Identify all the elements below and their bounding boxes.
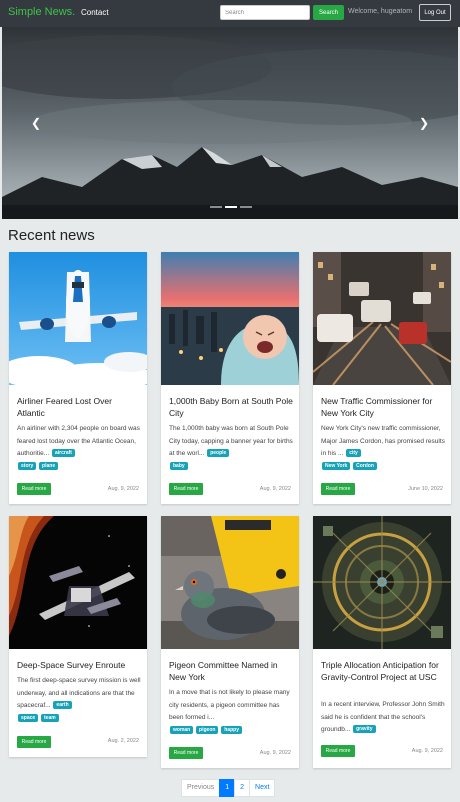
card-image[interactable] xyxy=(313,516,451,649)
card-title[interactable]: New Traffic Commissioner for New York Ci… xyxy=(321,395,445,419)
navbar: Simple News. Contact Search Welcome, hug… xyxy=(0,0,460,27)
card-title[interactable]: Airliner Feared Lost Over Atlantic xyxy=(17,395,141,419)
tag-badge[interactable]: team xyxy=(41,713,59,722)
card-image[interactable] xyxy=(161,252,299,385)
tag-badge[interactable]: space xyxy=(18,713,39,722)
read-more-button[interactable]: Read more xyxy=(17,483,51,495)
card-image[interactable] xyxy=(9,516,147,649)
logout-button[interactable]: Log Out xyxy=(419,4,451,21)
pagination-page-2[interactable]: 2 xyxy=(234,779,251,797)
news-card: New Traffic Commissioner for New York Ci… xyxy=(313,252,451,504)
tag-badge[interactable]: woman xyxy=(170,725,194,734)
card-excerpt: The first deep-space survey mission is w… xyxy=(17,677,141,722)
hero-carousel: ❮ ❯ xyxy=(2,27,458,219)
read-more-button[interactable]: Read more xyxy=(169,747,203,759)
read-more-button[interactable]: Read more xyxy=(17,736,51,748)
card-date: Aug. 9, 2022 xyxy=(259,486,291,492)
carousel-indicator[interactable] xyxy=(210,206,222,208)
pagination-next[interactable]: Next xyxy=(249,779,276,797)
news-card: Deep-Space Survey Enroute The first deep… xyxy=(9,516,147,757)
card-excerpt: An airliner with 2,304 people on board w… xyxy=(17,425,140,470)
nav-link-contact[interactable]: Contact xyxy=(81,8,109,17)
card-title[interactable]: Deep-Space Survey Enroute xyxy=(17,659,141,671)
carousel-indicators xyxy=(210,206,252,208)
read-more-button[interactable]: Read more xyxy=(321,745,355,757)
card-title[interactable]: Pigeon Committee Named in New York xyxy=(169,659,293,683)
search-input[interactable] xyxy=(220,5,310,20)
card-title[interactable]: Triple Allocation Anticipation for Gravi… xyxy=(321,659,445,683)
card-excerpt: In a recent interview, Professor John Sm… xyxy=(321,701,445,734)
pagination-page-1[interactable]: 1 xyxy=(219,779,236,797)
tag-badge[interactable]: earth xyxy=(53,701,72,710)
card-excerpt: The 1,000th baby was born at South Pole … xyxy=(169,425,293,470)
pagination: Previous 1 2 Next xyxy=(181,779,276,797)
news-card: 1,000th Baby Born at South Pole City The… xyxy=(161,252,299,504)
tag-badge[interactable]: gravity xyxy=(353,725,376,734)
card-date: June 10, 2022 xyxy=(408,486,443,492)
tag-badge[interactable]: happy xyxy=(221,725,242,734)
chevron-right-icon[interactable]: ❯ xyxy=(416,116,432,130)
card-title[interactable]: 1,000th Baby Born at South Pole City xyxy=(169,395,293,419)
card-image[interactable] xyxy=(313,252,451,385)
tag-badge[interactable]: New York xyxy=(322,461,351,470)
card-image[interactable] xyxy=(161,516,299,649)
read-more-button[interactable]: Read more xyxy=(321,483,355,495)
card-date: Aug. 9, 2022 xyxy=(411,748,443,754)
section-title: Recent news xyxy=(8,227,95,244)
card-excerpt: In a move that is not likely to please m… xyxy=(169,689,290,734)
news-card: Triple Allocation Anticipation for Gravi… xyxy=(313,516,451,768)
card-excerpt: New York City's new traffic commissioner… xyxy=(321,425,445,470)
tag-badge[interactable]: story xyxy=(18,461,37,470)
tag-badge[interactable]: baby xyxy=(170,461,188,470)
news-card: Pigeon Committee Named in New York In a … xyxy=(161,516,299,768)
news-card: Airliner Feared Lost Over Atlantic An ai… xyxy=(9,252,147,504)
tag-badge[interactable]: Cordon xyxy=(353,461,377,470)
read-more-button[interactable]: Read more xyxy=(169,483,203,495)
card-date: Aug. 9, 2022 xyxy=(259,750,291,756)
tag-badge[interactable]: people xyxy=(207,449,230,458)
card-image[interactable] xyxy=(9,252,147,385)
tag-badge[interactable]: aircraft xyxy=(51,449,75,458)
pagination-previous[interactable]: Previous xyxy=(181,779,221,797)
search-button[interactable]: Search xyxy=(313,5,344,20)
tag-badge[interactable]: city xyxy=(346,449,361,458)
carousel-indicator[interactable] xyxy=(240,206,252,208)
carousel-indicator-active[interactable] xyxy=(225,206,237,208)
brand-logo[interactable]: Simple News. xyxy=(8,6,75,18)
welcome-text: Welcome, hugeatom xyxy=(348,8,413,15)
tag-badge[interactable]: plane xyxy=(39,461,59,470)
card-date: Aug. 9, 2022 xyxy=(107,486,139,492)
chevron-left-icon[interactable]: ❮ xyxy=(28,116,44,130)
card-date: Aug. 2, 2022 xyxy=(107,738,139,744)
hero-image xyxy=(2,27,458,219)
tag-badge[interactable]: pigeon xyxy=(196,725,219,734)
